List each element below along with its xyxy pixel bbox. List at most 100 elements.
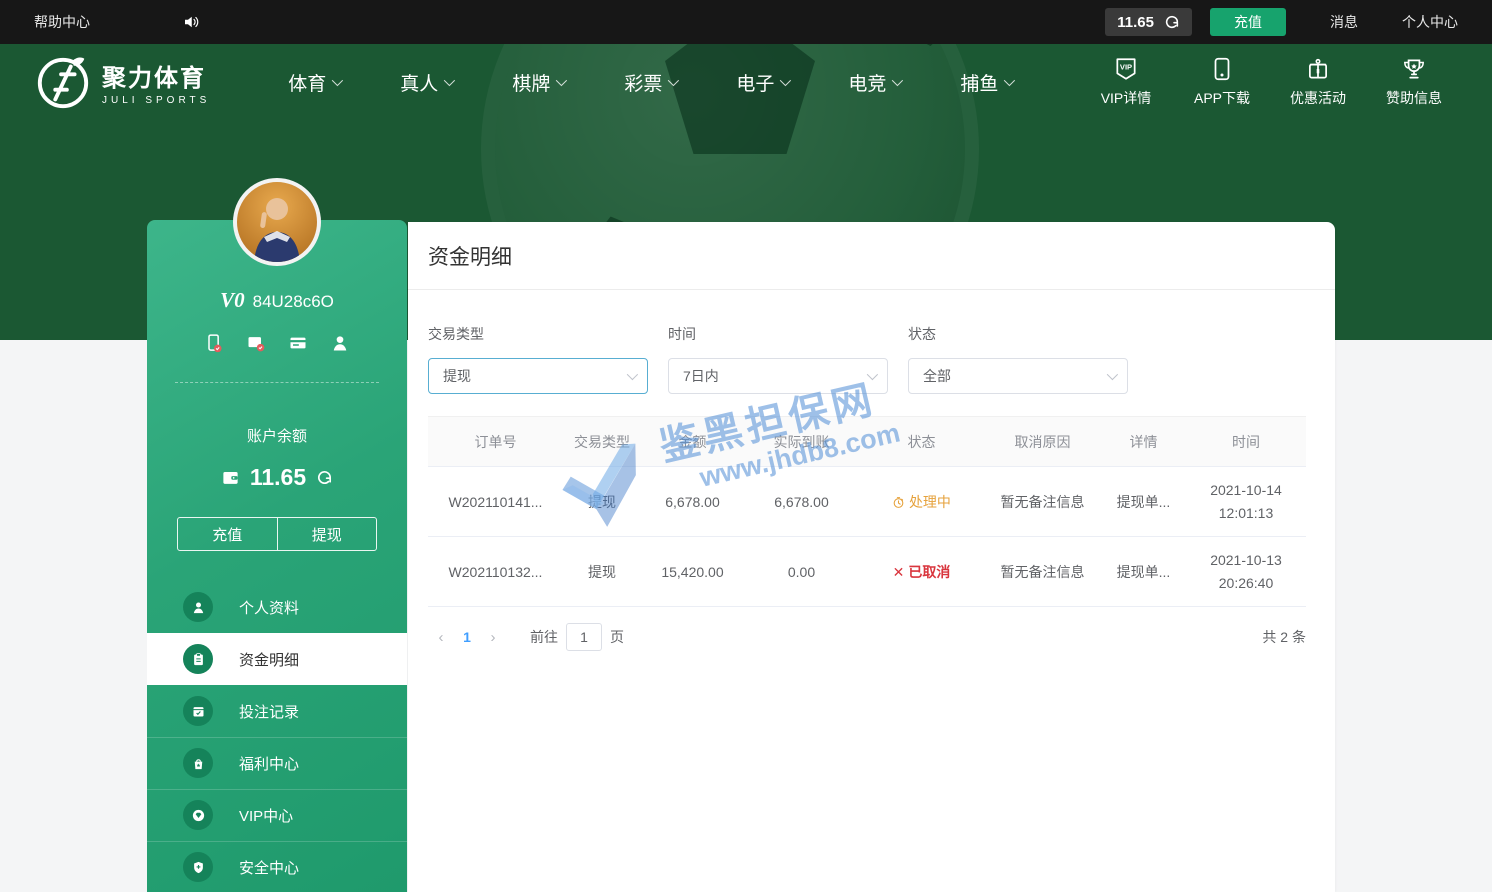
page-number[interactable]: 1 <box>454 629 480 645</box>
col-detail: 详情 <box>1101 417 1186 467</box>
user-sidebar: V0 84U28c6O 账户余额 11.65 充值 提现 <box>147 220 407 892</box>
filters: 交易类型 提现 时间 7日内 状态 全部 <box>408 290 1335 394</box>
vip-badge-icon: VIP <box>1113 56 1139 82</box>
chevron-down-icon <box>556 75 567 86</box>
chevron-down-icon <box>1107 369 1118 380</box>
filter-label-status: 状态 <box>908 324 1138 344</box>
svg-text:VIP: VIP <box>1120 63 1132 72</box>
messages-link[interactable]: 消息 <box>1330 12 1358 32</box>
welfare-bag-icon <box>183 748 213 778</box>
topbar-balance[interactable]: 11.65 <box>1105 8 1192 36</box>
user-identity: V0 84U28c6O <box>147 288 407 313</box>
chevron-down-icon <box>668 75 679 86</box>
top-utility-bar: 帮助中心 11.65 充值 消息 个人中心 <box>0 0 1492 44</box>
funds-detail-panel: 资金明细 交易类型 提现 时间 7日内 状态 全部 <box>408 222 1335 892</box>
refresh-balance-icon[interactable] <box>316 469 333 486</box>
gift-box-icon <box>1305 56 1331 82</box>
nav-item-esports[interactable]: 电竞 <box>818 69 930 96</box>
vip-level: V0 <box>220 288 245 313</box>
sidebar-item-funds[interactable]: 资金明细 <box>147 633 407 685</box>
table-header-row: 订单号 交易类型 金额 实际到账 状态 取消原因 详情 时间 <box>428 417 1306 467</box>
goto-label: 前往 <box>530 627 558 647</box>
nav-item-lottery[interactable]: 彩票 <box>594 69 706 96</box>
total-count: 共 2 条 <box>1262 627 1306 647</box>
ledger-icon <box>183 644 213 674</box>
nav-item-fishing[interactable]: 捕鱼 <box>930 69 1042 96</box>
avatar[interactable] <box>233 178 321 266</box>
prev-page-button[interactable]: ‹ <box>428 629 454 646</box>
detail-link[interactable]: 提现单... <box>1101 537 1186 607</box>
nav-item-sports[interactable]: 体育 <box>258 69 370 96</box>
logo-en-text: JULI SPORTS <box>102 95 210 106</box>
col-time: 时间 <box>1186 417 1306 467</box>
topbar-balance-value: 11.65 <box>1117 14 1154 31</box>
card-verified-icon[interactable] <box>246 333 266 358</box>
filter-label-type: 交易类型 <box>428 324 658 344</box>
person-icon[interactable] <box>330 333 350 358</box>
page-background-right <box>1335 340 1492 892</box>
col-actual: 实际到账 <box>744 417 859 467</box>
nav-items: 体育 真人 棋牌 彩票 电子 电竞 捕鱼 <box>258 69 1042 96</box>
vip-details-link[interactable]: VIP VIP详情 <box>1078 56 1174 108</box>
sidebar-withdraw-button[interactable]: 提现 <box>278 518 377 550</box>
chevron-down-icon <box>780 75 791 86</box>
balance-value: 11.65 <box>250 464 306 491</box>
sidebar-item-vip[interactable]: VIP中心 <box>147 789 407 841</box>
balance-row: 11.65 <box>147 464 407 491</box>
nav-item-live[interactable]: 真人 <box>370 69 482 96</box>
chevron-down-icon <box>1004 75 1015 86</box>
logo-cn-text: 聚力体育 <box>102 58 210 93</box>
phone-verified-icon[interactable] <box>204 333 224 358</box>
status-badge: 处理中 <box>859 467 984 537</box>
site-logo[interactable]: 聚力体育 JULI SPORTS <box>34 53 210 111</box>
pagination: ‹ 1 › 前往 页 共 2 条 <box>428 623 1306 651</box>
username: 84U28c6O <box>253 292 334 312</box>
bankcard-icon[interactable] <box>288 333 308 358</box>
transaction-type-select[interactable]: 提现 <box>428 358 648 394</box>
sidebar-item-bets[interactable]: 投注记录 <box>147 685 407 737</box>
main-nav: 聚力体育 JULI SPORTS 体育 真人 棋牌 彩票 电子 电竞 捕鱼 VI… <box>0 44 1492 120</box>
shield-icon <box>183 852 213 882</box>
status-badge: ✕已取消 <box>859 537 984 607</box>
refresh-icon[interactable] <box>1164 14 1180 30</box>
sidebar-recharge-button[interactable]: 充值 <box>178 518 278 550</box>
col-status: 状态 <box>859 417 984 467</box>
col-amount: 金额 <box>641 417 744 467</box>
chevron-down-icon <box>867 369 878 380</box>
sidebar-item-security[interactable]: 安全中心 <box>147 841 407 892</box>
wallet-icon <box>221 468 240 487</box>
goto-page-input[interactable] <box>566 623 602 651</box>
balance-label: 账户余额 <box>147 425 407 446</box>
filter-label-time: 时间 <box>668 324 898 344</box>
verification-icons <box>147 333 407 358</box>
promotions-link[interactable]: 优惠活动 <box>1270 56 1366 108</box>
phone-icon <box>1209 56 1235 82</box>
profile-center-link[interactable]: 个人中心 <box>1402 12 1458 32</box>
bet-record-icon <box>183 696 213 726</box>
nav-item-chess[interactable]: 棋牌 <box>482 69 594 96</box>
col-type: 交易类型 <box>563 417 641 467</box>
sidebar-item-welfare[interactable]: 福利中心 <box>147 737 407 789</box>
funds-table: 订单号 交易类型 金额 实际到账 状态 取消原因 详情 时间 W20211014… <box>428 416 1306 607</box>
stopwatch-icon <box>892 496 905 509</box>
page-suffix: 页 <box>610 627 624 647</box>
status-select[interactable]: 全部 <box>908 358 1128 394</box>
announcement-speaker-icon[interactable] <box>182 13 200 31</box>
balance-actions: 充值 提现 <box>177 517 377 551</box>
time-range-select[interactable]: 7日内 <box>668 358 888 394</box>
app-download-link[interactable]: APP下载 <box>1174 56 1270 108</box>
chevron-down-icon <box>332 75 343 86</box>
order-number: W202110141... <box>428 467 563 537</box>
page-title: 资金明细 <box>408 222 1335 290</box>
next-page-button[interactable]: › <box>480 629 506 646</box>
nav-item-slots[interactable]: 电子 <box>706 69 818 96</box>
sidebar-item-profile[interactable]: 个人资料 <box>147 581 407 633</box>
topbar-recharge-button[interactable]: 充值 <box>1210 8 1286 36</box>
sponsorship-link[interactable]: 赞助信息 <box>1366 56 1462 108</box>
divider <box>175 382 379 383</box>
detail-link[interactable]: 提现单... <box>1101 467 1186 537</box>
col-reason: 取消原因 <box>984 417 1101 467</box>
help-center-link[interactable]: 帮助中心 <box>34 12 90 32</box>
table-row: W202110132... 提现 15,420.00 0.00 ✕已取消 暂无备… <box>428 537 1306 607</box>
nav-quick-links: VIP VIP详情 APP下载 优惠活动 赞助信息 <box>1078 56 1462 108</box>
